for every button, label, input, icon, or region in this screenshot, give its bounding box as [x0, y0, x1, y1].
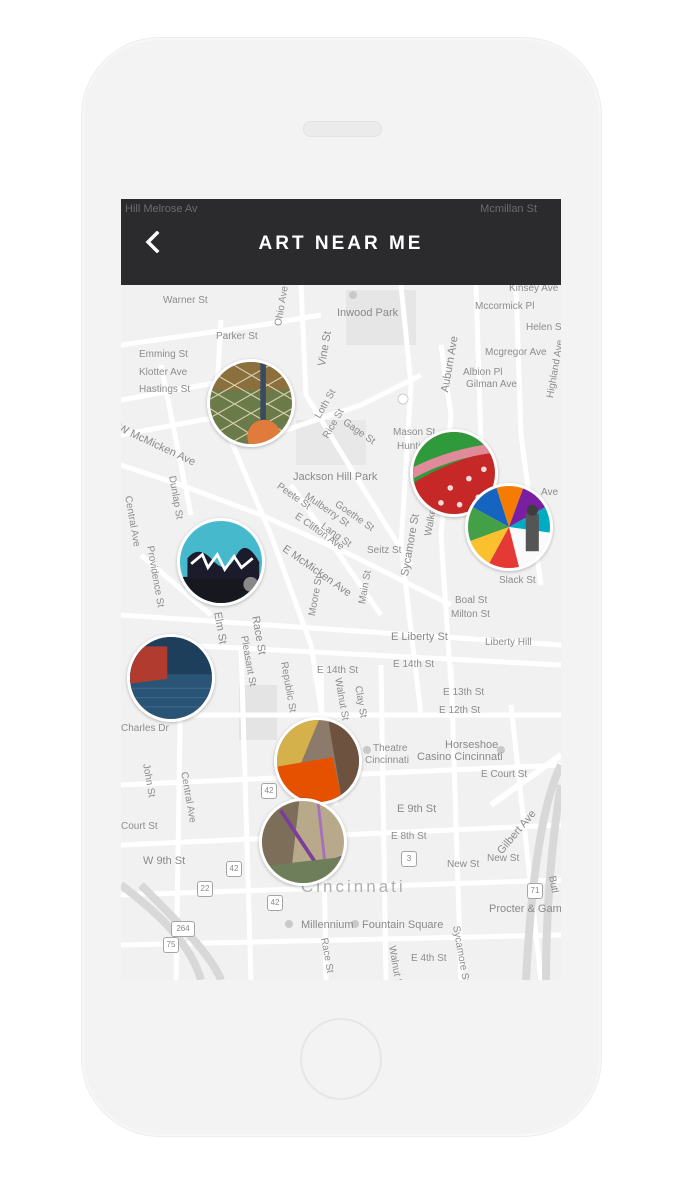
- street-label: Milton St: [451, 609, 490, 620]
- route-shield: 75: [163, 937, 179, 953]
- map-view[interactable]: Warner St Parker St Emming St Klotter Av…: [121, 283, 561, 980]
- art-pin-geometric-mural[interactable]: [465, 483, 553, 571]
- street-label: Parker St: [216, 331, 258, 342]
- app-screen: Warner St Parker St Emming St Klotter Av…: [121, 199, 561, 980]
- phone-speaker: [303, 121, 382, 137]
- art-pin-purple-line[interactable]: [259, 798, 347, 886]
- art-pin-graffiti[interactable]: [177, 518, 265, 606]
- street-label: Emming St: [139, 349, 188, 360]
- street-label: E 14th St: [393, 659, 435, 670]
- park-label: Inwood Park: [337, 307, 399, 319]
- place-label: Casino Cincinnati: [417, 751, 503, 763]
- street-label: E 4th St: [411, 953, 447, 964]
- page-title: ART NEAR ME: [258, 233, 424, 254]
- street-label: E 13th St: [443, 687, 485, 698]
- street-label: Helen St: [526, 322, 561, 333]
- purple-line-artwork-thumbnail: [262, 801, 344, 883]
- street-label: Boal St: [455, 595, 488, 606]
- fence-artwork-thumbnail: [210, 362, 292, 444]
- street-label: Warner St: [163, 295, 208, 306]
- street-label: Albion Pl: [463, 367, 503, 378]
- app-header: Hill Melrose Av Mcmillan St ART NEAR ME: [121, 199, 561, 285]
- place-label: Theatre: [373, 743, 408, 754]
- place-label: Horseshoe: [445, 739, 499, 751]
- route-shield: 42: [261, 783, 277, 799]
- street-label: E Liberty St: [391, 631, 448, 643]
- art-pin-fence[interactable]: [207, 359, 295, 447]
- route-shield: 42: [267, 895, 283, 911]
- geometric-mural-artwork-thumbnail: [468, 486, 550, 568]
- street-label: Liberty Hill: [485, 637, 532, 648]
- home-button[interactable]: [300, 1018, 382, 1100]
- street-label: W 9th St: [143, 855, 186, 867]
- street-label: Court St: [121, 821, 158, 832]
- art-pin-brick-mural[interactable]: [127, 634, 215, 722]
- street-label: Seitz St: [367, 545, 402, 556]
- street-label: Klotter Ave: [139, 367, 188, 378]
- place-label: Procter & Gamble: [489, 903, 561, 915]
- place-label: Cincinnati: [365, 755, 409, 766]
- street-label: Charles Dr: [121, 723, 169, 734]
- street-label: E 8th St: [391, 831, 427, 842]
- street-label: Mcgregor Ave: [485, 347, 547, 358]
- park-label: Jackson Hill Park: [293, 471, 378, 483]
- route-shield: 71: [527, 883, 543, 899]
- route-shield: 3: [401, 851, 417, 867]
- street-label: Ave: [541, 487, 559, 498]
- route-shield: 264: [171, 921, 195, 937]
- street-label: E 14th St: [317, 665, 359, 676]
- orange-patch-artwork-thumbnail: [277, 720, 359, 802]
- street-label: New St: [447, 859, 480, 870]
- route-shield: 22: [197, 881, 213, 897]
- street-label: E 12th St: [439, 705, 481, 716]
- graffiti-artwork-thumbnail: [180, 521, 262, 603]
- brick-mural-artwork-thumbnail: [130, 637, 212, 719]
- street-label: E 9th St: [397, 803, 437, 815]
- art-pin-orange-patch[interactable]: [274, 717, 362, 805]
- street-label: Gilman Ave: [466, 379, 517, 390]
- street-label: Slack St: [499, 575, 536, 586]
- place-label: Millennium: [301, 919, 354, 931]
- place-label: Fountain Square: [362, 919, 444, 931]
- street-label: Mccormick Pl: [475, 301, 535, 312]
- street-label: E Court St: [481, 769, 528, 780]
- route-shield: 42: [226, 861, 242, 877]
- street-label: Hastings St: [139, 384, 191, 395]
